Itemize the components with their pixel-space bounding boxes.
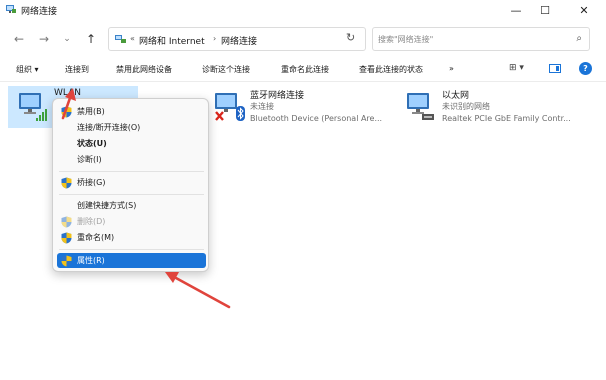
menu-item-diagnose[interactable]: 诊断(I) (57, 152, 206, 167)
bluetooth-adapter-icon (215, 93, 245, 121)
menu-item-properties[interactable]: 属性(R) (57, 253, 206, 268)
menu-item-delete: 删除(D) (57, 214, 206, 229)
chevron-down-icon: ⌄ (63, 34, 71, 44)
menu-item-label: 诊断(I) (77, 155, 102, 164)
menu-item-label: 创建快捷方式(S) (77, 201, 137, 210)
menu-item-status[interactable]: 状态(U) (57, 136, 206, 151)
connection-item-bluetooth[interactable]: 蓝牙网络连接 未连接 Bluetooth Device (Personal Ar… (204, 86, 400, 128)
search-box[interactable]: ⌕ (372, 27, 590, 51)
connection-status: 未连接 (250, 102, 274, 111)
network-connections-icon (6, 5, 16, 13)
connection-item-ethernet[interactable]: 以太网 未识别的网络 Realtek PCIe GbE Family Contr… (396, 86, 592, 128)
control-panel-icon (115, 35, 126, 43)
menu-separator (59, 249, 204, 250)
connection-status: 未识别的网络 (442, 102, 490, 111)
arrow-right-icon: → (38, 32, 50, 46)
connection-name: WLAN (54, 88, 82, 98)
more-commands-button[interactable]: » (449, 64, 454, 73)
rename-button[interactable]: 重命名此连接 (281, 64, 329, 75)
refresh-icon[interactable]: ↻ (346, 31, 355, 44)
search-icon[interactable]: ⌕ (576, 33, 582, 44)
address-bar[interactable]: « 网络和 Internet › 网络连接 ⌄ (108, 27, 435, 51)
menu-item-label: 状态(U) (77, 139, 107, 148)
menu-item-bridge[interactable]: 桥接(G) (57, 175, 206, 190)
up-button[interactable]: ↑ (82, 30, 100, 48)
uac-shield-icon (61, 106, 72, 118)
view-options-icon[interactable]: ⊞ ▾ (509, 63, 524, 73)
uac-shield-icon (61, 177, 72, 189)
uac-shield-icon (61, 255, 72, 267)
view-status-button[interactable]: 查看此连接的状态 (359, 64, 423, 75)
preview-pane-icon[interactable] (549, 64, 561, 73)
forward-button[interactable]: → (35, 30, 53, 48)
menu-item-rename[interactable]: 重命名(M) (57, 230, 206, 245)
menu-item-label: 属性(R) (77, 256, 105, 265)
maximize-button[interactable]: ☐ (527, 0, 563, 20)
menu-item-label: 桥接(G) (77, 178, 106, 187)
navigation-bar: ← → ⌄ ↑ « 网络和 Internet › 网络连接 ⌄ ↻ ⌕ (0, 24, 606, 54)
annotation-arrow-properties (165, 272, 231, 309)
back-button[interactable]: ← (10, 30, 28, 48)
menu-separator (59, 194, 204, 195)
connect-to-button[interactable]: 连接到 (65, 64, 89, 75)
context-menu: 禁用(B) 连接/断开连接(O) 状态(U) 诊断(I) 桥接(G) 创建快捷方… (52, 98, 209, 272)
ethernet-adapter-icon (407, 93, 434, 120)
breadcrumb-network-internet[interactable]: 网络和 Internet (139, 34, 205, 47)
breadcrumb-separator: « (130, 34, 135, 43)
close-button[interactable]: ✕ (566, 0, 602, 20)
connection-name: 以太网 (442, 91, 470, 101)
disable-device-button[interactable]: 禁用此网络设备 (116, 64, 172, 75)
menu-item-create-shortcut[interactable]: 创建快捷方式(S) (57, 198, 206, 213)
menu-item-connect-disconnect[interactable]: 连接/断开连接(O) (57, 120, 206, 135)
uac-shield-icon (61, 216, 72, 228)
search-input[interactable] (378, 32, 568, 47)
connection-device: Realtek PCIe GbE Family Contr... (442, 114, 571, 123)
arrow-left-icon: ← (13, 32, 25, 46)
maximize-icon: ☐ (540, 3, 550, 17)
minimize-icon: — (510, 3, 522, 17)
help-icon[interactable]: ? (579, 62, 592, 75)
menu-item-label: 重命名(M) (77, 233, 115, 242)
menu-separator (59, 171, 204, 172)
breadcrumb-separator: › (213, 34, 217, 43)
uac-shield-icon (61, 232, 72, 244)
menu-item-label: 连接/断开连接(O) (77, 123, 141, 132)
wireless-adapter-icon (19, 93, 47, 121)
connection-device: Bluetooth Device (Personal Are... (250, 114, 383, 123)
window-title: 网络连接 (21, 7, 58, 17)
menu-item-disable[interactable]: 禁用(B) (57, 104, 206, 119)
breadcrumb-network-connections[interactable]: 网络连接 (221, 34, 257, 47)
menu-item-label: 删除(D) (77, 217, 106, 226)
recent-locations-button[interactable]: ⌄ (58, 30, 76, 48)
organize-menu[interactable]: 组织 ▾ (16, 64, 39, 75)
diagnose-button[interactable]: 诊断这个连接 (202, 64, 250, 75)
menu-item-label: 禁用(B) (77, 107, 105, 116)
arrow-up-icon: ↑ (85, 32, 97, 46)
connection-name: 蓝牙网络连接 (250, 91, 305, 101)
close-icon: ✕ (579, 3, 589, 17)
title-bar: 网络连接 — ☐ ✕ (0, 0, 606, 20)
command-bar: 组织 ▾ 连接到 禁用此网络设备 诊断这个连接 重命名此连接 查看此连接的状态 … (0, 58, 606, 82)
